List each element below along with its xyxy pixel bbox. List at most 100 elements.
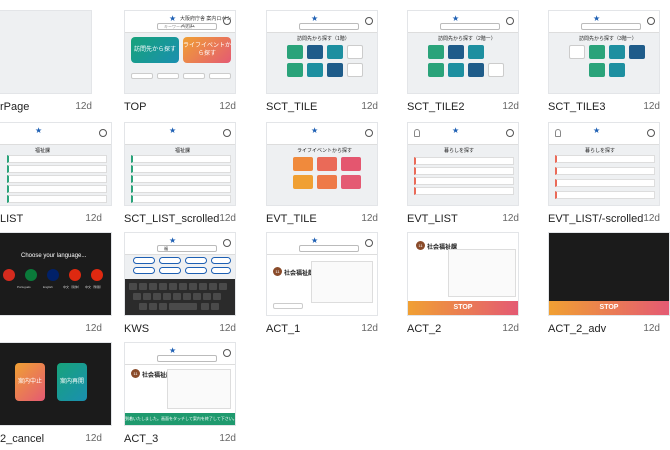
keyword-chip xyxy=(185,257,207,264)
list-item xyxy=(555,155,655,163)
destination-title: 社会福祉課 xyxy=(284,271,315,277)
star-icon: ★ xyxy=(169,236,177,245)
tile xyxy=(347,63,363,77)
card-name: SCT_TILE2 xyxy=(407,101,465,113)
keyboard xyxy=(125,279,235,315)
event-tile xyxy=(293,157,313,171)
key xyxy=(169,303,197,310)
card-thumbnail xyxy=(0,10,92,94)
tile xyxy=(428,45,444,59)
flag-icon xyxy=(91,269,103,281)
list-item xyxy=(555,191,655,199)
back-button xyxy=(273,303,303,309)
list-title: 暮らしを探す xyxy=(444,148,475,154)
key xyxy=(193,293,201,300)
globe-icon xyxy=(365,239,373,247)
tile xyxy=(327,45,343,59)
card-caption: SCT_TILE 12d xyxy=(266,100,386,114)
card-age: 12d xyxy=(219,101,236,112)
card-name: ACT_1 xyxy=(266,323,301,335)
tile xyxy=(347,45,363,59)
star-icon: ★ xyxy=(169,126,177,135)
app-header: ★ xyxy=(549,11,659,33)
card-name: SCT_LIST_scrolled xyxy=(124,213,220,225)
card-name: LIST xyxy=(0,213,24,225)
card-caption: TOP 12d xyxy=(124,100,244,114)
list-title: 暮らしを探す xyxy=(585,148,616,154)
section-title: 訪問先から探す（2階ー） xyxy=(438,36,496,42)
flag-label: 中文（繁體） xyxy=(85,285,104,289)
card-name: ACT_3 xyxy=(124,433,159,445)
star-icon: ★ xyxy=(452,126,460,135)
card-caption: SCT_TILE2 12d xyxy=(407,100,527,114)
keyword-chip xyxy=(159,257,181,264)
tile xyxy=(448,63,464,77)
card-name: ACT_2_adv xyxy=(548,323,607,335)
card-caption: SCT_LIST_scrolled 12d xyxy=(124,212,254,226)
keyword-chip xyxy=(211,267,231,274)
card-age: 12d xyxy=(502,101,519,112)
card-thumbnail: ★ 訪問先から探す（2階ー） xyxy=(407,10,519,94)
list-item xyxy=(7,155,107,163)
list-item xyxy=(555,179,655,187)
card-name: SCT_TILE3 xyxy=(548,101,606,113)
section-title: 訪問先から探す（1階） xyxy=(297,36,350,42)
tile xyxy=(629,45,645,59)
card-thumbnail: ★ 福 xyxy=(124,232,236,316)
card-thumbnail: ★ 訪問先から探す（1階） xyxy=(266,10,378,94)
list-item xyxy=(414,177,514,185)
card-caption: 2_cancel 12d xyxy=(0,432,102,446)
tile xyxy=(307,63,323,77)
tile xyxy=(468,63,484,77)
card-age: 12d xyxy=(85,433,102,444)
key xyxy=(173,293,181,300)
arrival-banner: 到着いたしました。画面をタッチして案内を終了して下さい。 xyxy=(125,413,235,425)
event-tile xyxy=(317,157,337,171)
key xyxy=(163,293,171,300)
bulb-icon xyxy=(414,129,420,137)
card-age: 12d xyxy=(643,323,660,334)
key xyxy=(199,283,207,290)
flag-icon xyxy=(25,269,37,281)
app-header: ★ xyxy=(267,123,377,145)
card-name: 2_cancel xyxy=(0,433,45,445)
card-caption: SCT_TILE3 12d xyxy=(548,100,668,114)
key xyxy=(189,283,197,290)
globe-icon xyxy=(223,17,231,25)
keyword-chip xyxy=(159,267,181,274)
key xyxy=(201,303,209,310)
card-thumbnail: Choose your language... Português Englis… xyxy=(0,232,112,316)
globe-icon xyxy=(365,129,373,137)
card-age: 12d xyxy=(219,323,236,334)
keyword-chip xyxy=(185,267,207,274)
star-icon: ★ xyxy=(311,236,319,245)
card-age: 12d xyxy=(219,433,236,444)
globe-icon xyxy=(506,17,514,25)
card-thumbnail: ★ 11 社会福祉課 xyxy=(266,232,378,316)
card-name: KWS xyxy=(124,323,150,335)
app-header: ★ xyxy=(408,11,518,33)
card-name: EVT_TILE xyxy=(266,213,317,225)
card-caption: LIST 12d xyxy=(0,212,102,226)
list-title: 福祉課 xyxy=(175,148,191,154)
card-name: EVT_LIST xyxy=(407,213,458,225)
key xyxy=(211,303,219,310)
tile xyxy=(589,63,605,77)
key xyxy=(183,293,191,300)
key xyxy=(139,303,147,310)
search-input xyxy=(157,355,217,362)
list-item xyxy=(7,175,107,183)
search-input: 福 xyxy=(157,245,217,252)
tile xyxy=(589,45,605,59)
sub-button xyxy=(209,73,231,79)
globe-icon xyxy=(223,239,231,247)
card-caption: 12d xyxy=(0,322,102,336)
star-icon: ★ xyxy=(593,14,601,23)
key xyxy=(159,283,167,290)
app-header: ★ xyxy=(125,123,235,145)
stop-button: STOP xyxy=(549,301,669,315)
card-name: TOP xyxy=(124,101,147,113)
language-title: Choose your language... xyxy=(21,253,87,259)
stop-button: STOP xyxy=(408,301,518,315)
card-age: 12d xyxy=(361,323,378,334)
